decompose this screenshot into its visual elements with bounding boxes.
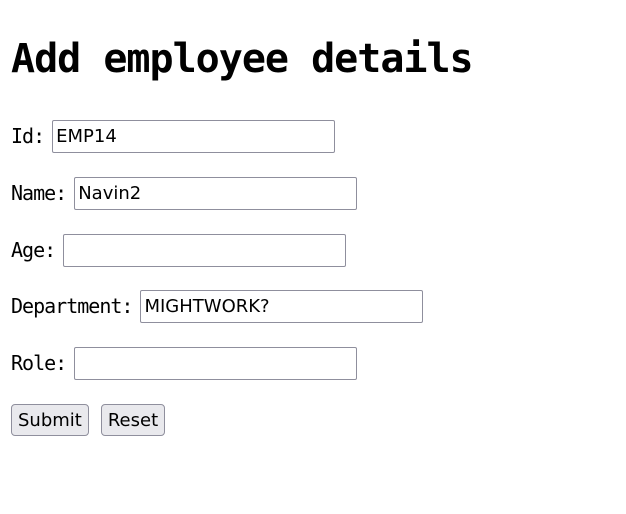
age-row: Age: [11, 233, 347, 267]
reset-button[interactable]: Reset [100, 404, 166, 436]
department-field[interactable] [140, 289, 424, 323]
role-label: Role: [11, 351, 67, 375]
role-field[interactable] [74, 346, 358, 380]
name-label: Name: [11, 181, 67, 205]
form-actions: Submit Reset [11, 404, 166, 436]
submit-button[interactable]: Submit [11, 404, 89, 436]
department-row: Department: [11, 289, 424, 323]
age-label: Age: [11, 238, 56, 262]
id-label: Id: [11, 124, 45, 148]
age-field[interactable] [63, 233, 347, 267]
id-row: Id: [11, 119, 336, 153]
department-label: Department: [11, 294, 133, 318]
id-field[interactable] [52, 119, 336, 153]
name-field[interactable] [74, 176, 358, 210]
page-title: Add employee details [11, 36, 474, 82]
role-row: Role: [11, 346, 358, 380]
name-row: Name: [11, 176, 358, 210]
